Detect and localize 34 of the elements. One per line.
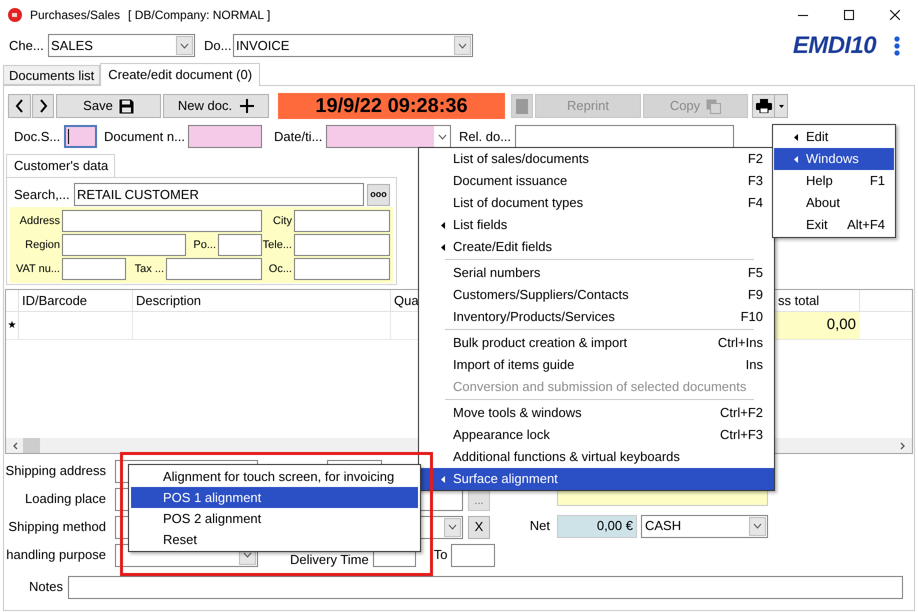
field-label: Delivery Time	[290, 553, 369, 567]
field-label: Po...	[193, 238, 216, 253]
field-label: City	[273, 214, 292, 229]
window-subtitle: [ DB/Company: NORMAL ]	[128, 7, 270, 24]
field-label: Net	[530, 517, 550, 536]
logo: EMDI10	[792, 34, 876, 58]
field-label: Do...	[204, 36, 232, 55]
field-label: Che...	[9, 36, 44, 55]
datetime-display: 19/9/22 09:28:36	[278, 93, 505, 119]
field-label: Oc...	[268, 262, 292, 277]
field-label: To	[434, 546, 448, 564]
field-label: Tax ...	[134, 262, 164, 277]
net-amount-field: 0,00 €	[557, 514, 637, 538]
field-label: Address	[20, 214, 60, 229]
table-cell: 0,00	[772, 312, 860, 339]
new-row-marker: ★	[8, 319, 16, 333]
field-label: Rel. do...	[459, 128, 512, 146]
column-header: ss total	[778, 292, 820, 310]
column-header: Description	[136, 292, 202, 310]
field-label: Tele...	[262, 238, 292, 253]
field-label: Notes	[29, 578, 63, 596]
field-label: VAT nu...	[16, 262, 60, 277]
field-label: Loading place	[25, 490, 106, 508]
field-label: Document n...	[104, 128, 185, 146]
field-label: Date/ti...	[274, 128, 322, 146]
window-title: Purchases/Sales	[30, 7, 120, 24]
field-label: handling purpose	[6, 546, 106, 564]
column-header: ID/Barcode	[22, 292, 88, 310]
field-label: Doc.S...	[14, 128, 60, 146]
column-header: Qua	[394, 292, 419, 310]
field-label: Shipping method	[8, 518, 106, 536]
field-label: Region	[25, 238, 60, 253]
field-label: Search,...	[14, 186, 70, 202]
field-label: Shipping address	[6, 462, 106, 480]
